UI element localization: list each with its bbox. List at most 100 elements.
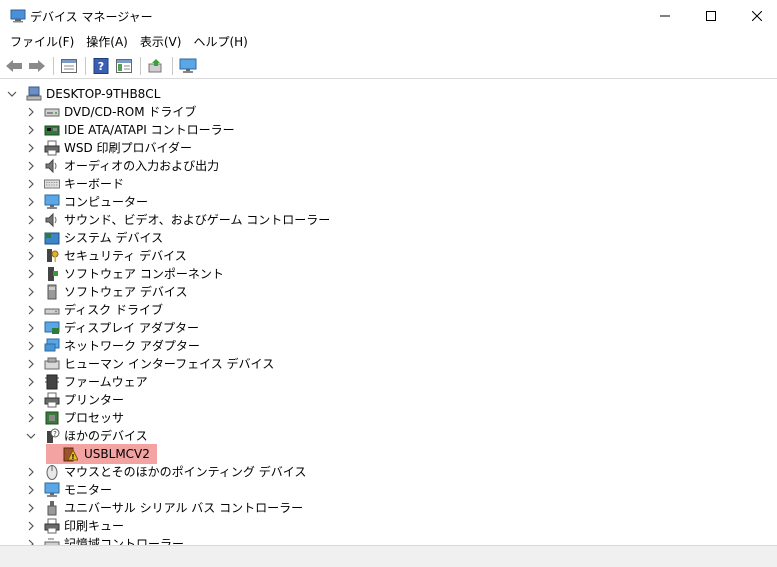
tree-category[interactable]: ソフトウェア デバイス	[0, 283, 777, 301]
system-device-icon	[44, 232, 60, 245]
help-button[interactable]: ?	[90, 55, 112, 77]
expand-chevron-icon[interactable]	[26, 103, 36, 121]
tree-category[interactable]: WSD 印刷プロバイダー	[0, 139, 777, 157]
tree-category[interactable]: プリンター	[0, 391, 777, 409]
scan-hardware-button[interactable]	[177, 55, 199, 77]
computer-icon	[44, 194, 60, 209]
tree-category[interactable]: サウンド、ビデオ、およびゲーム コントローラー	[0, 211, 777, 229]
expand-chevron-icon[interactable]	[26, 193, 36, 211]
minimize-icon	[660, 15, 670, 16]
tree-root[interactable]: DESKTOP-9THB8CL	[0, 85, 777, 103]
maximize-button[interactable]	[688, 0, 734, 31]
usb-icon	[47, 501, 57, 516]
tree-category[interactable]: セキュリティ デバイス	[0, 247, 777, 265]
speaker-icon	[45, 212, 57, 228]
expand-chevron-icon[interactable]	[26, 157, 36, 175]
menu-view[interactable]: 表示(V)	[134, 31, 188, 53]
tree-category[interactable]: IDE ATA/ATAPI コントローラー	[0, 121, 777, 139]
expand-chevron-icon[interactable]	[26, 175, 36, 193]
tree-category[interactable]: モニター	[0, 481, 777, 499]
expand-chevron-icon[interactable]	[26, 301, 36, 319]
expand-chevron-icon[interactable]	[26, 391, 36, 409]
tree-category[interactable]: プロセッサ	[0, 409, 777, 427]
tree-item-label: サウンド、ビデオ、およびゲーム コントローラー	[64, 213, 331, 227]
device-manager-window: デバイス マネージャー ファイル(F) 操作(A) 表示(V) ヘルプ(H) ?	[0, 0, 777, 567]
tree-item-label: プリンター	[64, 393, 125, 407]
tree-category-expanded[interactable]: ? ほかのデバイス	[0, 427, 777, 445]
toolbar: ?	[0, 53, 777, 79]
forward-icon	[29, 59, 45, 72]
tree-device-usblmcv2[interactable]: ! USBLMCV2	[0, 444, 777, 464]
ide-controller-icon	[44, 125, 60, 136]
expand-chevron-icon[interactable]	[26, 247, 36, 265]
expand-chevron-icon[interactable]	[26, 499, 36, 517]
processor-icon	[45, 411, 59, 425]
menu-file[interactable]: ファイル(F)	[4, 31, 80, 53]
tree-item-label: ソフトウェア コンポーネント	[64, 267, 224, 281]
properties-button[interactable]	[58, 55, 80, 77]
monitor-icon	[44, 482, 60, 497]
tree-item-label: ほかのデバイス	[64, 429, 148, 443]
tree-category[interactable]: 記憶域コントローラー	[0, 535, 777, 545]
tree-category[interactable]: DVD/CD-ROM ドライブ	[0, 103, 777, 121]
forward-button[interactable]	[26, 55, 48, 77]
title-bar: デバイス マネージャー	[0, 0, 777, 31]
menu-action[interactable]: 操作(A)	[80, 31, 134, 53]
expand-chevron-icon[interactable]	[26, 337, 36, 355]
tree-item-label: 印刷キュー	[64, 519, 125, 533]
tree-category[interactable]: マウスとそのほかのポインティング デバイス	[0, 463, 777, 481]
tree-category[interactable]: 印刷キュー	[0, 517, 777, 535]
expand-chevron-icon[interactable]	[26, 463, 36, 481]
expand-chevron-icon[interactable]	[26, 517, 36, 535]
tree-category[interactable]: ユニバーサル シリアル バス コントローラー	[0, 499, 777, 517]
minimize-button[interactable]	[642, 0, 688, 31]
tree-category[interactable]: ソフトウェア コンポーネント	[0, 265, 777, 283]
tree-category[interactable]: ネットワーク アダプター	[0, 337, 777, 355]
tree-category[interactable]: キーボード	[0, 175, 777, 193]
update-driver-icon	[148, 58, 162, 72]
security-key-icon	[47, 249, 59, 262]
tree-category[interactable]: オーディオの入力および出力	[0, 157, 777, 175]
expand-chevron-icon[interactable]	[26, 319, 36, 337]
update-driver-button[interactable]	[145, 55, 167, 77]
expand-chevron-icon[interactable]	[26, 535, 36, 545]
collapse-chevron-icon[interactable]	[26, 427, 36, 445]
tree-category[interactable]: ファームウェア	[0, 373, 777, 391]
expand-chevron-icon[interactable]	[26, 265, 36, 283]
expand-chevron-icon[interactable]	[26, 355, 36, 373]
expand-chevron-icon[interactable]	[26, 409, 36, 427]
software-component-icon	[48, 267, 58, 281]
tree-item-label: モニター	[64, 483, 113, 497]
storage-controller-icon	[44, 538, 60, 545]
collapse-chevron-icon[interactable]	[7, 85, 17, 103]
close-button[interactable]	[734, 0, 777, 31]
printer-icon	[44, 392, 60, 408]
tree-category[interactable]: ディスプレイ アダプター	[0, 319, 777, 337]
tree-category[interactable]: ヒューマン インターフェイス デバイス	[0, 355, 777, 373]
tree-item-label: コンピューター	[64, 195, 149, 209]
expand-chevron-icon[interactable]	[26, 481, 36, 499]
expand-chevron-icon[interactable]	[26, 211, 36, 229]
tree-item-label: DESKTOP-9THB8CL	[46, 87, 161, 101]
back-button[interactable]	[3, 55, 25, 77]
svg-text:!: !	[71, 453, 74, 461]
menu-help[interactable]: ヘルプ(H)	[187, 31, 253, 53]
toolbar-separator	[140, 56, 141, 75]
view-button[interactable]	[113, 55, 135, 77]
tree-item-label: WSD 印刷プロバイダー	[64, 141, 193, 155]
expand-chevron-icon[interactable]	[26, 229, 36, 247]
tree-item-label: ディスプレイ アダプター	[64, 321, 199, 335]
expand-chevron-icon[interactable]	[26, 139, 36, 157]
scan-hardware-icon	[179, 58, 197, 73]
software-device-icon	[47, 284, 57, 300]
expand-chevron-icon[interactable]	[26, 373, 36, 391]
tree-category[interactable]: ディスク ドライブ	[0, 301, 777, 319]
close-icon	[752, 10, 762, 21]
expand-chevron-icon[interactable]	[26, 283, 36, 301]
hid-icon	[44, 357, 60, 370]
menu-bar: ファイル(F) 操作(A) 表示(V) ヘルプ(H)	[0, 31, 777, 53]
tree-category[interactable]: システム デバイス	[0, 229, 777, 247]
unknown-device-icon: ?	[47, 428, 60, 443]
expand-chevron-icon[interactable]	[26, 121, 36, 139]
tree-category[interactable]: コンピューター	[0, 193, 777, 211]
